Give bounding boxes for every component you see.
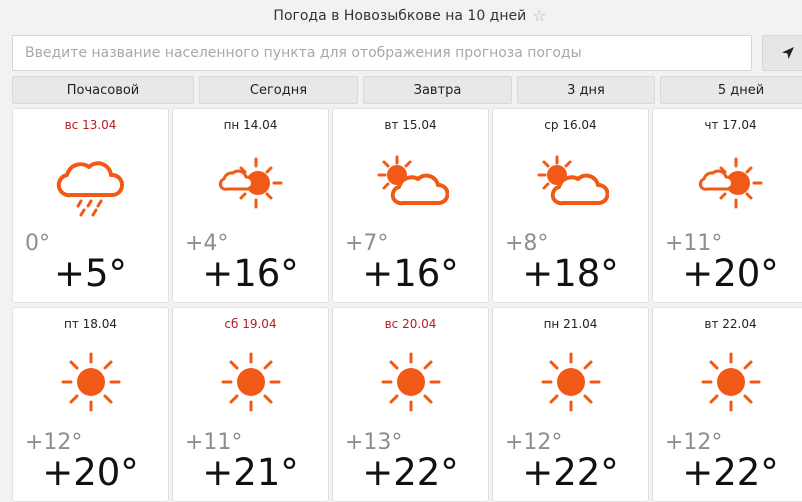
sun-icon: [541, 352, 601, 412]
day-card[interactable]: вт 22.04 +12° +22°: [652, 307, 802, 502]
sun-behind-clouds-icon: [377, 155, 449, 206]
day-date: чт 17.04: [704, 118, 757, 132]
location-search-input[interactable]: [12, 35, 752, 71]
day-date: вт 22.04: [704, 317, 757, 331]
max-temperature: +18°: [522, 252, 619, 295]
max-temperature: +22°: [682, 451, 779, 494]
day-date: вт 15.04: [384, 118, 437, 132]
max-temperature: +16°: [362, 252, 459, 295]
day-card[interactable]: пн 14.04 +4° +16°: [172, 108, 329, 303]
page-title: Погода в Новозыбкове на 10 дней ☆: [0, 6, 802, 25]
sun-icon: [701, 352, 761, 412]
tab-3-days[interactable]: 3 дня: [517, 76, 655, 104]
tab-hourly[interactable]: Почасовой: [12, 76, 194, 104]
day-date: вс 13.04: [64, 118, 117, 132]
day-date: пн 14.04: [223, 118, 278, 132]
max-temperature: +20°: [42, 451, 139, 494]
tab-today[interactable]: Сегодня: [199, 76, 358, 104]
max-temperature: +22°: [362, 451, 459, 494]
sun-icon: [221, 352, 281, 412]
page-title-text: Погода в Новозыбкове на 10 дней: [273, 8, 527, 24]
tab-tomorrow[interactable]: Завтра: [363, 76, 512, 104]
cloud-rain-icon: [56, 161, 124, 217]
max-temperature: +20°: [682, 252, 779, 295]
geolocate-button[interactable]: [762, 35, 802, 71]
day-date: вс 20.04: [384, 317, 437, 331]
day-card[interactable]: вт 15.04 +7° +16°: [332, 108, 489, 303]
tab-5-days[interactable]: 5 дней: [660, 76, 802, 104]
day-card[interactable]: пн 21.04 +12° +22°: [492, 307, 649, 502]
sun-small-cloud-icon: [218, 157, 283, 209]
max-temperature: +16°: [202, 252, 299, 295]
max-temperature: +21°: [202, 451, 299, 494]
max-temperature: +5°: [53, 252, 128, 295]
sun-icon: [381, 352, 441, 412]
day-card[interactable]: ср 16.04 +8° +18°: [492, 108, 649, 303]
max-temperature: +22°: [522, 451, 619, 494]
location-arrow-icon: [782, 47, 794, 59]
day-card[interactable]: сб 19.04 +11° +21°: [172, 307, 329, 502]
sun-small-cloud-icon: [698, 157, 763, 209]
day-card[interactable]: пт 18.04 +12° +20°: [12, 307, 169, 502]
sun-icon: [61, 352, 121, 412]
sun-behind-clouds-icon: [537, 155, 609, 206]
day-card[interactable]: вс 20.04 +13° +22°: [332, 307, 489, 502]
day-date: пн 21.04: [543, 317, 598, 331]
favorite-star-icon[interactable]: ☆: [532, 6, 546, 25]
day-date: пт 18.04: [63, 317, 117, 331]
day-date: ср 16.04: [544, 118, 597, 132]
day-date: сб 19.04: [224, 317, 277, 331]
day-card[interactable]: чт 17.04 +11° +20°: [652, 108, 802, 303]
day-card[interactable]: вс 13.04 0° +5°: [12, 108, 169, 303]
